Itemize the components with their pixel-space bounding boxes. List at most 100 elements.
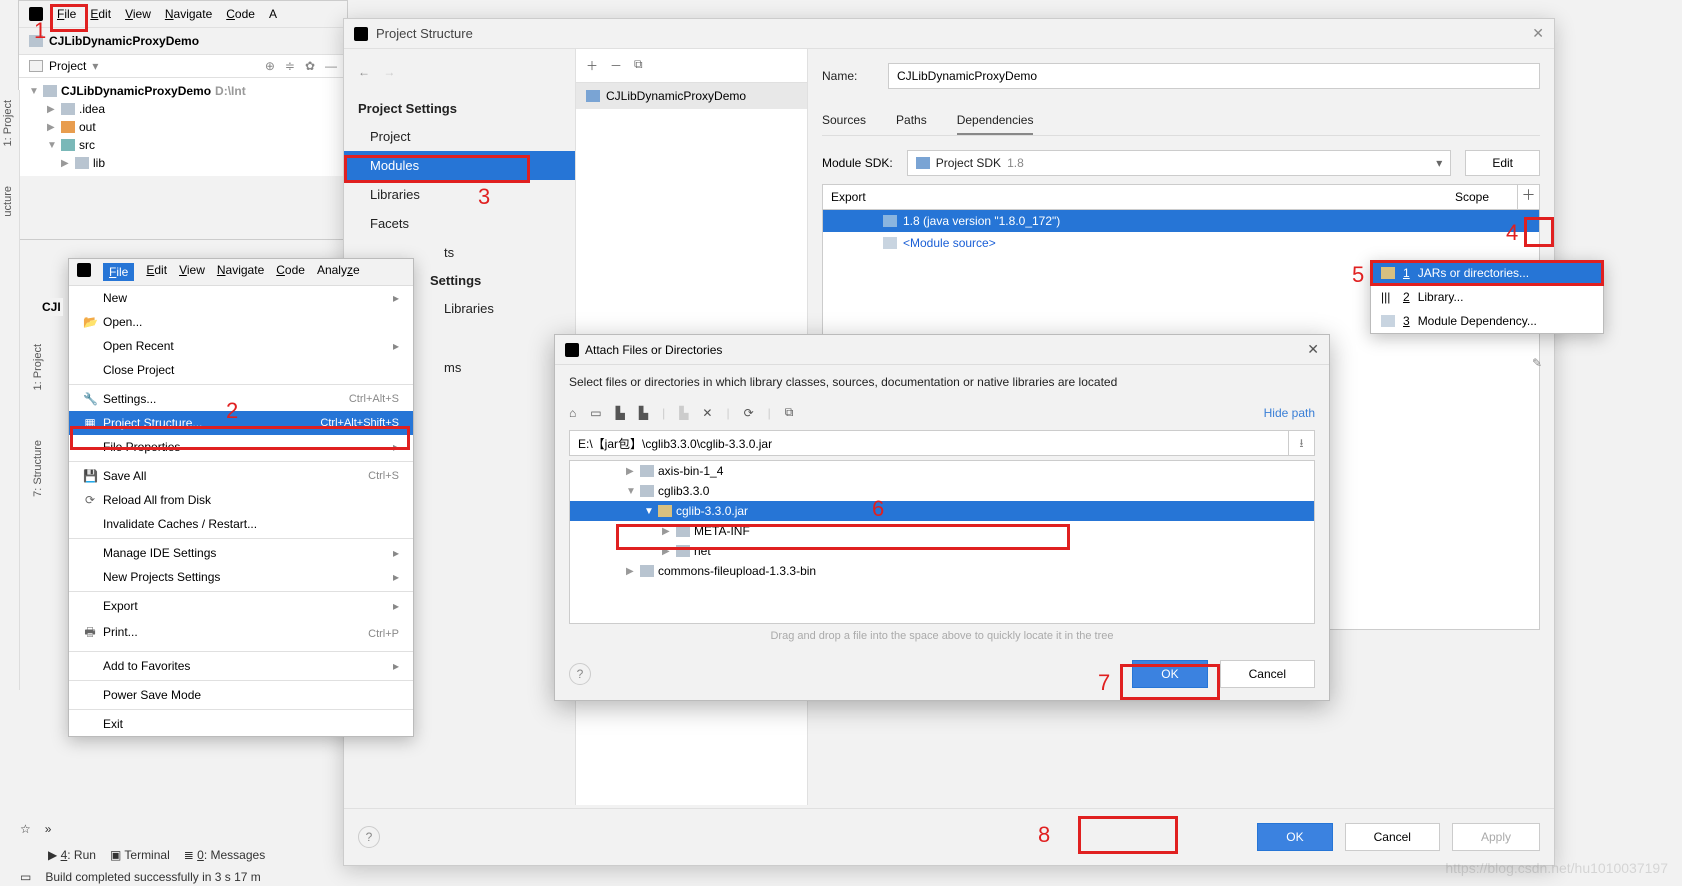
close-icon[interactable]: ✕ [1307,341,1319,358]
name-input[interactable] [888,63,1540,89]
menu-view[interactable]: View [125,7,151,21]
sdk-select[interactable]: Project SDK 1.8 ▾ [907,150,1452,176]
ok-button[interactable]: OK [1257,823,1332,851]
cancel-button[interactable]: Cancel [1345,823,1440,851]
file-menu-item[interactable]: 🔧Settings...Ctrl+Alt+S [69,387,413,411]
help-icon[interactable]: ? [569,663,591,685]
file-menu-item[interactable]: New Projects Settings▸ [69,565,413,589]
tree-src[interactable]: ▼src [19,136,347,154]
project-panel-header[interactable]: Project ▾ ⊕ ≑ ✿ — [19,55,347,78]
help-icon[interactable]: ? [358,826,380,848]
file-menu-item[interactable]: Add to Favorites▸ [69,654,413,678]
refresh-icon[interactable]: ⟳ [744,406,754,420]
ad-titlebar: Attach Files or Directories ✕ [555,335,1329,365]
menu-navigate[interactable]: Navigate [165,7,212,21]
sidebar-tab-structure[interactable]: ucture [0,176,16,227]
menu-code[interactable]: Code [226,7,255,21]
expand-icon[interactable]: ≑ [285,59,295,73]
path-input[interactable] [569,430,1289,456]
forward-icon[interactable]: → [383,65,395,79]
file-menu-item[interactable]: 💾Save AllCtrl+S [69,464,413,488]
menu-code[interactable]: Code [276,263,305,281]
cancel-button[interactable]: Cancel [1220,660,1315,688]
apply-button[interactable]: Apply [1452,823,1540,851]
star-icon[interactable]: ☆ [20,822,31,836]
new-folder-icon[interactable]: ▙ [679,406,688,420]
tree-cglib-dir[interactable]: ▼cglib3.3.0 [570,481,1314,501]
file-menu-item[interactable]: Power Save Mode [69,683,413,707]
chevron-down-icon[interactable]: ▼ [644,506,654,517]
add-dependency-button[interactable]: ＋ [1517,185,1539,209]
messages-tab[interactable]: ≣ 0: Messages [184,848,265,862]
more-icon[interactable]: » [45,822,52,836]
sidebar-tab-project[interactable]: 1: Project [30,334,46,400]
file-menu-item[interactable]: ⟳Reload All from Disk [69,488,413,512]
copy-icon[interactable]: ⧉ [634,57,643,74]
menu-library[interactable]: ||| 2 Library... [1371,285,1603,309]
menu-edit[interactable]: Edit [90,7,111,21]
file-menu-item[interactable]: Manage IDE Settings▸ [69,541,413,565]
sidebar-tab-project[interactable]: 1: Project [0,90,16,156]
tree-cglib-jar[interactable]: ▼cglib-3.3.0.jar [570,501,1314,521]
back-icon[interactable]: ← [358,65,370,79]
file-menu-item[interactable]: Exit [69,712,413,736]
sidebar-tab-structure[interactable]: 7: Structure [30,430,46,507]
chevron-down-icon[interactable]: ▼ [29,86,39,97]
locate-icon[interactable]: ⊕ [265,59,275,73]
hide-path-link[interactable]: Hide path [1264,406,1315,420]
module-icon[interactable]: ▙ [639,406,648,420]
terminal-tab[interactable]: ▣ Terminal [110,848,170,862]
chevron-right-icon[interactable]: ▶ [626,466,636,477]
edit-button[interactable]: Edit [1465,150,1540,176]
menu-edit[interactable]: Edit [146,263,167,281]
chevron-right-icon[interactable]: ▶ [626,566,636,577]
home-icon[interactable]: ⌂ [569,406,576,420]
ps-module-item[interactable]: CJLibDynamicProxyDemo [576,83,807,109]
menu-navigate[interactable]: Navigate [217,263,264,281]
file-menu-item[interactable]: Export▸ [69,594,413,618]
tree-commons[interactable]: ▶commons-fileupload-1.3.3-bin [570,561,1314,581]
menu-file[interactable]: File [103,263,134,281]
remove-icon[interactable]: － [610,57,622,74]
ps-item-project[interactable]: Project [344,122,575,151]
tab-sources[interactable]: Sources [822,107,866,135]
tree-idea[interactable]: ▶.idea [19,100,347,118]
chevron-right-icon[interactable]: ▶ [61,158,71,169]
tab-paths[interactable]: Paths [896,107,927,135]
chevron-down-icon[interactable]: ▼ [47,140,57,151]
file-menu-item[interactable]: Invalidate Caches / Restart... [69,512,413,536]
file-menu-item[interactable]: Open Recent▸ [69,334,413,358]
dep-module-source-row[interactable]: <Module source> [823,232,1539,254]
add-icon[interactable]: ＋ [586,57,598,74]
menu-view[interactable]: View [179,263,205,281]
chevron-right-icon[interactable]: ▶ [47,104,57,115]
delete-icon[interactable]: ✕ [702,406,712,420]
ps-item-libraries[interactable]: Libraries [344,180,575,209]
close-icon[interactable]: ✕ [1532,25,1544,42]
tree-axis[interactable]: ▶axis-bin-1_4 [570,461,1314,481]
file-menu-item[interactable]: Close Project [69,358,413,382]
run-tab[interactable]: ▶ 4: Run [48,848,96,862]
collapse-icon[interactable]: — [325,59,337,73]
tree-root[interactable]: ▼ CJLibDynamicProxyDemo D:\Int [19,82,347,100]
history-icon[interactable]: ⭳ [1289,430,1315,456]
show-hidden-icon[interactable]: ⧉ [785,405,794,420]
file-menu-item[interactable]: New▸ [69,286,413,310]
menu-module-dep[interactable]: 3 Module Dependency... [1371,309,1603,333]
chevron-right-icon[interactable]: ▶ [47,122,57,133]
ps-tabs: Sources Paths Dependencies [822,107,1540,136]
ps-item-facets[interactable]: Facets [344,209,575,238]
file-menu-item[interactable]: 🖶Print...Ctrl+P [69,618,413,649]
menu-more[interactable]: A [269,7,277,21]
tab-dependencies[interactable]: Dependencies [957,107,1034,135]
tree-out[interactable]: ▶out [19,118,347,136]
gear-icon[interactable]: ✿ [305,59,315,73]
pencil-icon[interactable]: ✎ [1532,356,1678,370]
chevron-down-icon[interactable]: ▼ [626,486,636,497]
dep-sdk-row[interactable]: 1.8 (java version "1.8.0_172") [823,210,1539,232]
tree-lib[interactable]: ▶lib [19,154,347,172]
file-menu-item[interactable]: 📂Open... [69,310,413,334]
menu-analyze[interactable]: Analyze [317,263,360,281]
desktop-icon[interactable]: ▭ [590,406,601,420]
project-icon[interactable]: ▙ [616,406,625,420]
